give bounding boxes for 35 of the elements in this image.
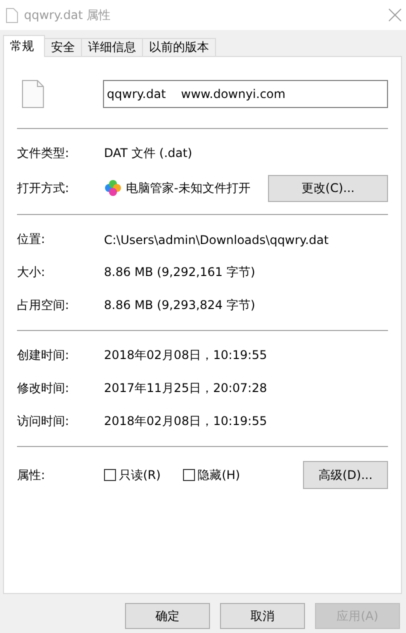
property-label: 大小: — [17, 264, 46, 281]
checkbox[interactable]: 只读(R) — [104, 466, 161, 484]
property-value: 8.86 MB (9,293,824 字节) — [104, 297, 256, 314]
app-name: 电脑管家-未知文件打开 — [126, 180, 250, 196]
clover-icon — [104, 179, 122, 197]
property-label: 创建时间: — [17, 347, 70, 364]
checkbox-box[interactable] — [182, 469, 195, 481]
dialog-button[interactable]: 取消 — [220, 603, 305, 629]
property-value: 2018年02月08日，10:19:55 — [104, 347, 267, 364]
property-value: C:\Users\admin\Downloads\qqwry.dat — [104, 232, 329, 246]
property-value: DAT 文件 (.dat) — [104, 145, 192, 162]
property-label: 文件类型: — [17, 145, 70, 162]
property-label: 访问时间: — [17, 413, 70, 430]
property-label: 占用空间: — [17, 297, 70, 314]
property-label: 打开方式: — [17, 180, 70, 196]
tab[interactable]: 常规 — [3, 35, 45, 57]
property-label: 位置: — [17, 231, 46, 248]
property-value: 2017年11月25日，20:07:28 — [104, 380, 267, 397]
tab[interactable]: 详细信息 — [81, 38, 143, 56]
file-icon — [22, 80, 44, 108]
close-icon[interactable] — [388, 8, 402, 22]
property-value: 2018年02月08日，10:19:55 — [104, 413, 267, 430]
tab[interactable]: 以前的版本 — [142, 38, 216, 56]
name-field[interactable]: qqwry.dat www.downyi.com — [102, 80, 388, 108]
change-button[interactable]: 更改(C)... — [268, 174, 388, 202]
window-title: qqwry.dat 属性 — [24, 6, 112, 24]
checkbox-box[interactable] — [104, 469, 116, 481]
tab[interactable]: 安全 — [44, 38, 82, 56]
file-icon — [6, 8, 18, 22]
property-label: 修改时间: — [17, 380, 70, 397]
attributes-label: 属性: — [17, 466, 46, 484]
advanced-button[interactable]: 高级(D)... — [303, 461, 388, 489]
checkbox[interactable]: 隐藏(H) — [182, 466, 240, 484]
property-value: 8.86 MB (9,292,161 字节) — [104, 264, 256, 281]
dialog-button[interactable]: 确定 — [125, 603, 210, 629]
